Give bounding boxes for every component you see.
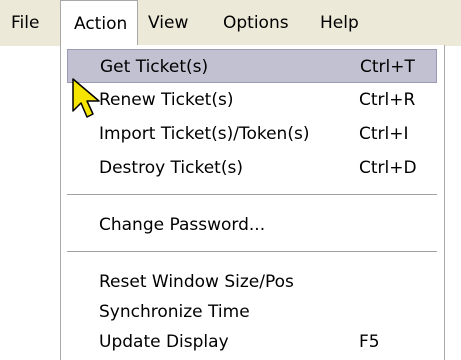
menu-item-shortcut: F5: [359, 332, 380, 352]
menu-bar: File Action View Options Help: [0, 0, 461, 46]
menu-action[interactable]: Action: [60, 0, 138, 46]
menu-item-label: Change Password...: [99, 215, 266, 235]
menu-separator: [67, 194, 437, 196]
arrow-pointer-icon: [72, 78, 100, 118]
menu-item-update-display[interactable]: Update Display F5: [67, 325, 437, 359]
menu-item-destroy-tickets[interactable]: Destroy Ticket(s) Ctrl+D: [67, 151, 437, 185]
menu-item-label: Import Ticket(s)/Token(s): [99, 124, 310, 144]
menu-view[interactable]: View: [148, 0, 204, 46]
menu-item-synchronize-time[interactable]: Synchronize Time: [67, 295, 437, 329]
menu-item-get-tickets[interactable]: Get Ticket(s) Ctrl+T: [67, 49, 437, 83]
menu-item-label: Reset Window Size/Pos: [99, 272, 294, 292]
menu-separator: [67, 251, 437, 253]
menu-options[interactable]: Options: [223, 0, 307, 46]
menu-item-label: Synchronize Time: [99, 302, 250, 322]
menu-item-shortcut: Ctrl+R: [359, 90, 416, 110]
menu-item-label: Update Display: [99, 332, 229, 352]
menu-item-shortcut: Ctrl+T: [360, 57, 415, 77]
menu-item-reset-window-size[interactable]: Reset Window Size/Pos: [67, 265, 437, 299]
menu-help[interactable]: Help: [320, 0, 370, 46]
menu-file[interactable]: File: [11, 0, 59, 46]
menu-item-import-tickets-tokens[interactable]: Import Ticket(s)/Token(s) Ctrl+I: [67, 117, 437, 151]
menu-item-shortcut: Ctrl+D: [359, 158, 417, 178]
action-dropdown-menu: Get Ticket(s) Ctrl+T Renew Ticket(s) Ctr…: [60, 45, 445, 360]
menu-item-label: Destroy Ticket(s): [99, 158, 243, 178]
menu-item-label: Get Ticket(s): [100, 57, 209, 77]
menu-item-label: Renew Ticket(s): [99, 90, 234, 110]
menu-item-shortcut: Ctrl+I: [359, 124, 409, 144]
menu-item-renew-tickets[interactable]: Renew Ticket(s) Ctrl+R: [67, 83, 437, 117]
menu-item-change-password[interactable]: Change Password...: [67, 208, 437, 242]
